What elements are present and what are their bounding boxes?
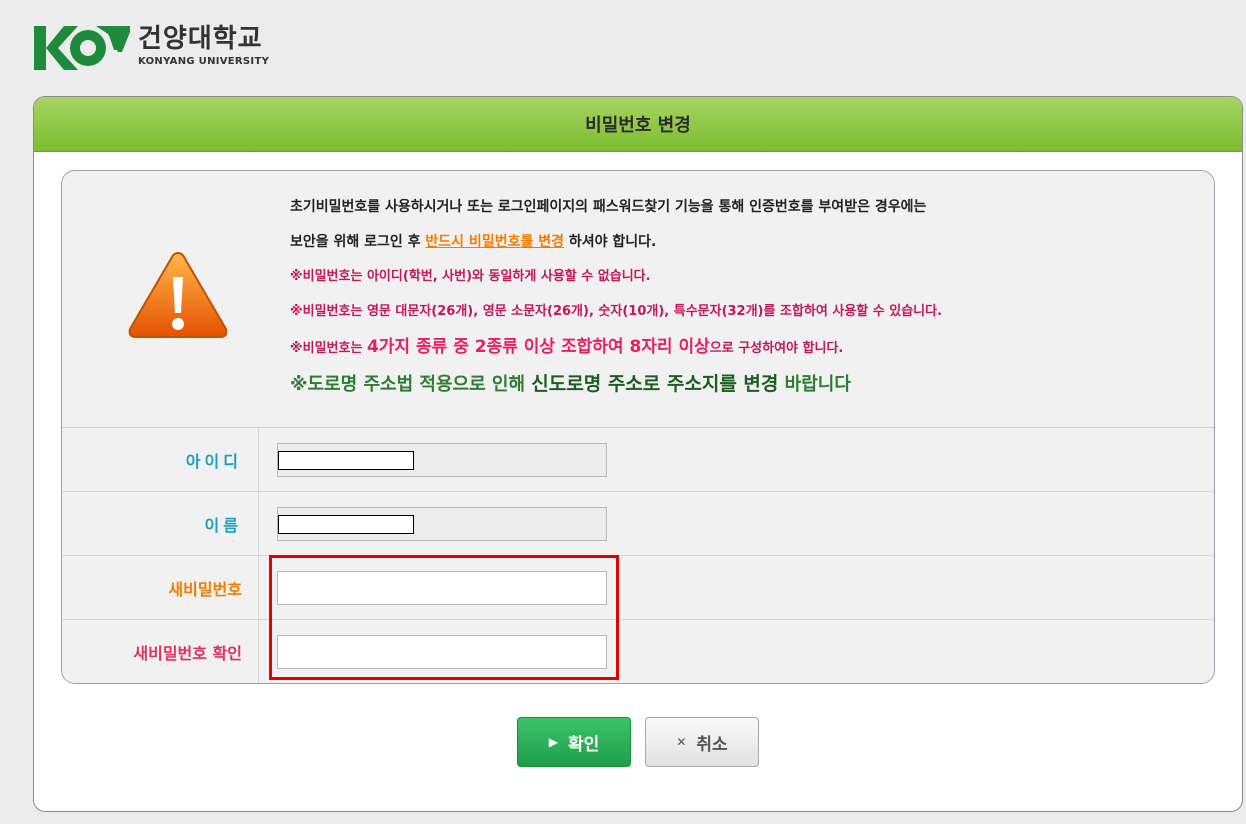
- university-logo[interactable]: 건양대학교 KONYANG UNIVERSITY: [34, 22, 269, 74]
- form-rows: 아이디 이름 새비밀번호 새비밀번호 확인: [62, 427, 1214, 683]
- name-redaction: [278, 514, 414, 534]
- ky-logo-mark: [34, 22, 130, 74]
- confirm-button[interactable]: ▶ 확인: [517, 717, 631, 767]
- notice-line-5: ※비밀번호는 4가지 종류 중 2종류 이상 조합하여 8자리 이상으로 구성하…: [290, 337, 942, 359]
- page: 건양대학교 KONYANG UNIVERSITY 비밀번호 변경 초기비밀번호를…: [0, 0, 1246, 824]
- name-label: 이름: [62, 492, 259, 555]
- notice-line-1: 초기비밀번호를 사용하시거나 또는 로그인페이지의 패스워드찾기 기능을 통해 …: [290, 199, 927, 215]
- confirm-button-label: 확인: [567, 734, 600, 755]
- form-row-new-password: 새비밀번호: [62, 555, 1214, 619]
- form-row-confirm-password: 새비밀번호 확인: [62, 619, 1214, 683]
- button-bar: ▶ 확인 ✕ 취소: [34, 717, 1242, 767]
- notice-highlight-rule: 4가지 종류 중 2종류 이상 조합하여 8자리 이상: [366, 337, 710, 357]
- close-icon: ✕: [676, 735, 687, 749]
- notice-line-5-suffix: 으로 구성하여야 합니다.: [709, 341, 844, 356]
- new-password-label: 새비밀번호: [62, 556, 259, 619]
- password-change-panel: 비밀번호 변경 초기비밀번호를 사용하시거나 또는 로그인페이지의 패스워드찾기…: [33, 96, 1243, 812]
- notice-line-5-prefix: ※비밀번호는: [290, 341, 367, 356]
- notice-line-4: ※비밀번호는 영문 대문자(26개), 영문 소문자(26개), 숫자(10개)…: [290, 304, 943, 319]
- warning-icon: [126, 249, 230, 345]
- id-field: [277, 442, 607, 477]
- notice-line-6-a: ※도로명 주소법 적용으로 인해: [290, 374, 532, 395]
- notice-line-6-b: 신도로명 주소로 주소지를 변경: [531, 373, 779, 395]
- panel-title: 비밀번호 변경: [585, 115, 691, 136]
- id-label: 아이디: [62, 428, 259, 491]
- name-field: [277, 506, 607, 541]
- notice-section: 초기비밀번호를 사용하시거나 또는 로그인페이지의 패스워드찾기 기능을 통해 …: [62, 171, 1214, 427]
- confirm-password-input[interactable]: [277, 634, 607, 669]
- cancel-button[interactable]: ✕ 취소: [645, 717, 759, 767]
- notice-line-2-suffix: 하셔야 합니다.: [563, 234, 657, 250]
- logo-english-name: KONYANG UNIVERSITY: [138, 56, 270, 67]
- notice-line-2-prefix: 보안을 위해 로그인 후: [290, 234, 426, 250]
- notice-line-2: 보안을 위해 로그인 후 반드시 비밀번호를 변경 하셔야 합니다.: [290, 232, 942, 252]
- logo-korean-name: 건양대학교: [138, 24, 263, 54]
- form-row-id: 아이디: [62, 427, 1214, 491]
- notice-text-block: 초기비밀번호를 사용하시거나 또는 로그인페이지의 패스워드찾기 기능을 통해 …: [290, 197, 942, 410]
- form-box: 초기비밀번호를 사용하시거나 또는 로그인페이지의 패스워드찾기 기능을 통해 …: [61, 170, 1215, 684]
- id-redaction: [278, 450, 414, 470]
- play-icon: ▶: [548, 735, 558, 749]
- cancel-button-label: 취소: [696, 734, 728, 755]
- notice-line-6: ※도로명 주소법 적용으로 인해 신도로명 주소로 주소지를 변경 바랍니다: [290, 374, 942, 395]
- notice-line-6-c: 바랍니다: [778, 374, 851, 395]
- confirm-password-label: 새비밀번호 확인: [62, 620, 259, 683]
- notice-line-3: ※비밀번호는 아이디(학번, 사번)와 동일하게 사용할 수 없습니다.: [290, 269, 651, 284]
- form-row-name: 이름: [62, 491, 1214, 555]
- new-password-input[interactable]: [277, 570, 607, 605]
- notice-highlight-change: 반드시 비밀번호를 변경: [425, 234, 564, 250]
- panel-header: 비밀번호 변경: [34, 97, 1242, 152]
